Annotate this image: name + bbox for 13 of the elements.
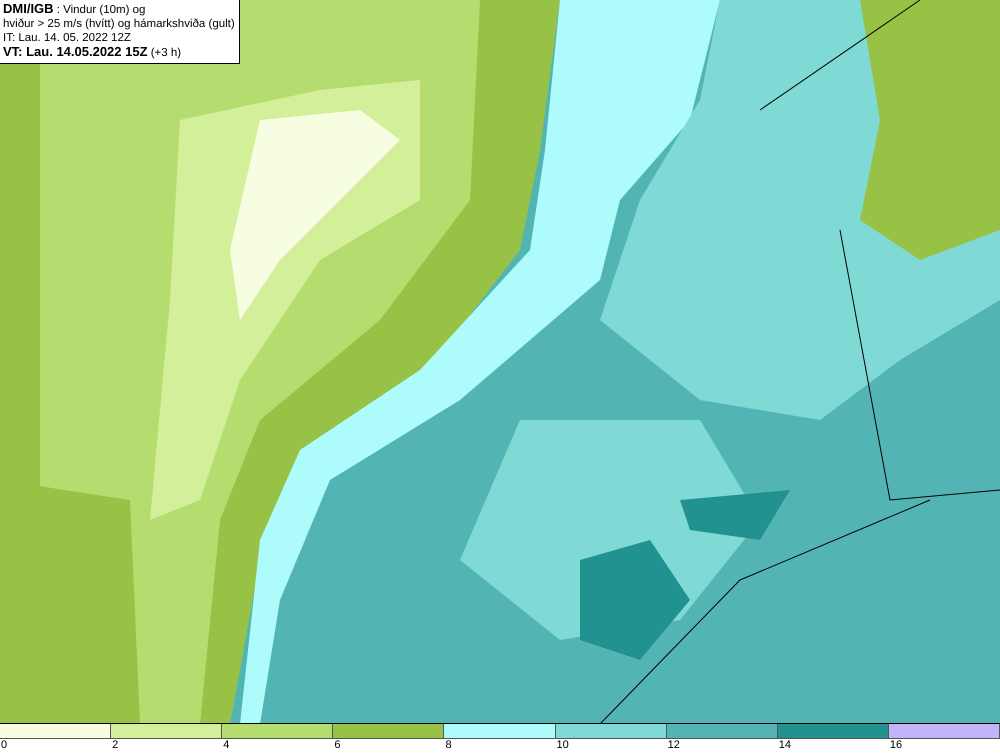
legend-label: 14 <box>778 739 792 753</box>
legend-label: 12 <box>666 739 680 753</box>
legend-label: 8 <box>444 739 452 753</box>
caption-line: IT: Lau. 14. 05. 2022 12Z <box>3 31 132 45</box>
legend-label: 2 <box>111 739 118 753</box>
legend-label: 10 <box>556 739 569 753</box>
legend-label: 16 <box>888 739 902 753</box>
caption-line: VT: Lau. 14.05.2022 15Z (+3 h) <box>3 45 182 60</box>
legend-label: 0 <box>0 739 8 753</box>
caption-line: DMI/IGB : Vindur (10m) og <box>3 2 146 17</box>
legend-label: 4 <box>222 739 230 753</box>
legend-label: 6 <box>333 739 340 753</box>
caption-line: hviður > 25 m/s (hvítt) og hámarkshviða (gult) <box>3 17 235 31</box>
